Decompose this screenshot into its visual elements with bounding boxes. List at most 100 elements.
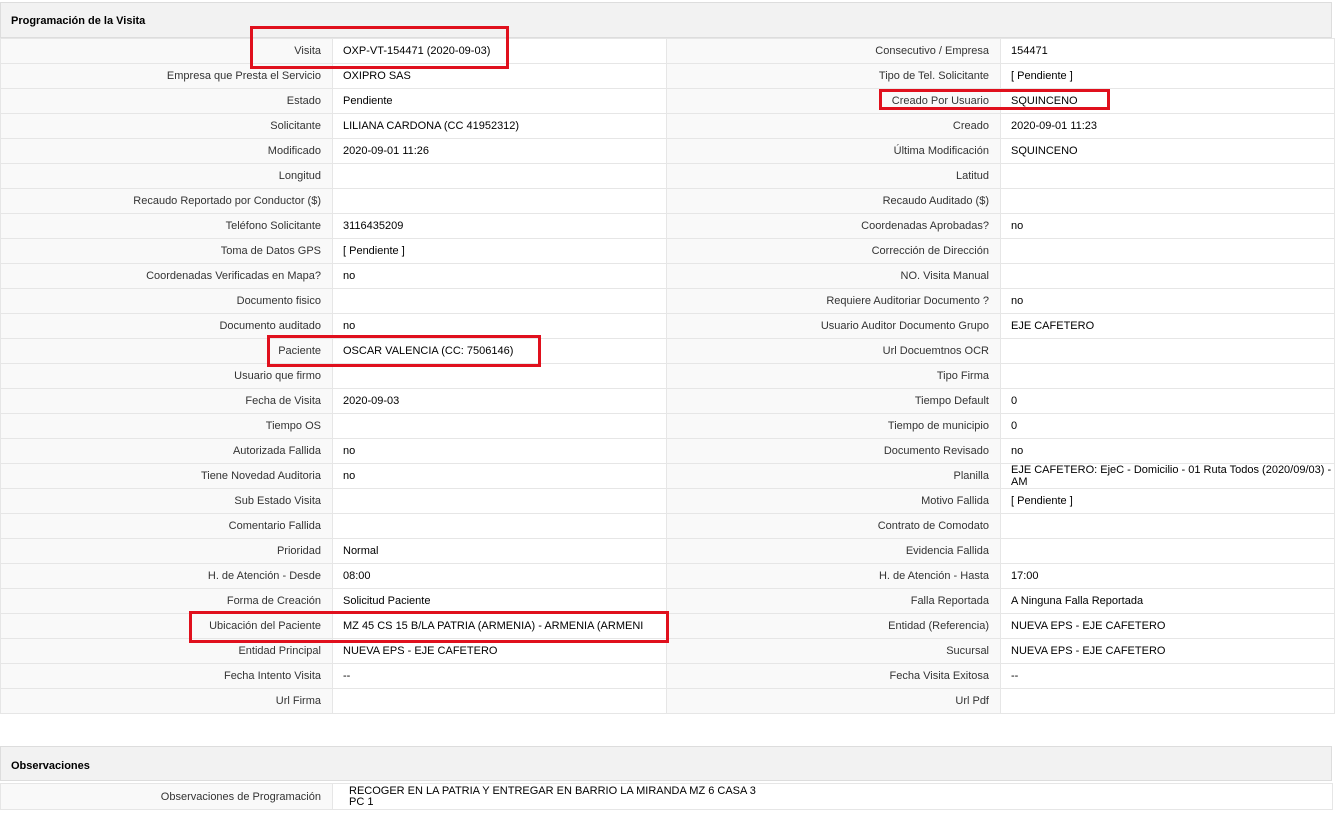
fecha-intento-visita-label: Fecha Intento Visita [0,663,333,689]
comentario-fallida-value [332,513,667,539]
table-row: Toma de Datos GPS[ Pendiente ] Corrección… [0,238,1335,264]
requiere-auditoriar-documento-label: Requiere Auditoriar Documento ? [666,288,1001,314]
coordenadas-verificadas-en-mapa-label: Coordenadas Verificadas en Mapa? [0,263,333,289]
correccion-de-direccion-label: Corrección de Dirección [666,238,1001,264]
usuario-auditor-documento-grupo-label: Usuario Auditor Documento Grupo [666,313,1001,339]
tiene-novedad-auditoria-label: Tiene Novedad Auditoria [0,463,333,489]
usuario-que-firmo-value [332,363,667,389]
paciente-label: Paciente [0,338,333,364]
creado-label: Creado [666,113,1001,139]
sub-estado-visita-label: Sub Estado Visita [0,488,333,514]
visita-label: Visita [0,38,333,64]
visita-value: OXP-VT-154471 (2020-09-03) [332,38,667,64]
table-row: Paciente OSCAR VALENCIA (CC: 7506146) Url … [0,338,1335,364]
tipo-de-tel-solicitante-label: Tipo de Tel. Solicitante [666,63,1001,89]
table-row: Tiempo OS Tiempo de municipio 0 [0,413,1335,439]
documento-auditado-label: Documento auditado [0,313,333,339]
fecha-visita-exitosa-label: Fecha Visita Exitosa [666,663,1001,689]
tiene-novedad-auditoria-value: no [332,463,667,489]
table-row: Usuario que firmo Tipo Firma [0,363,1335,389]
coordenadas-aprobadas-label: Coordenadas Aprobadas? [666,213,1001,239]
recaudo-reportado-por-conductor-value [332,188,667,214]
modificado-value: 2020-09-01 11:26 [332,138,667,164]
table-row: Estado Pendiente Creado Por Usuario SQUINCE… [0,88,1335,114]
telefono-solicitante-label: Teléfono Solicitante [0,213,333,239]
latitud-label: Latitud [666,163,1001,189]
motivo-fallida-value: [ Pendiente ] [1000,488,1335,514]
h-de-atencion-desde-value: 08:00 [332,563,667,589]
entidad-principal-label: Entidad Principal [0,638,333,664]
table-row: Autorizada Fallida no Documento Revisado no [0,438,1335,464]
tipo-firma-value [1000,363,1335,389]
table-row: Longitud Latitud [0,163,1335,189]
empresa-que-presta-el-servicio-label: Empresa que Presta el Servicio [0,63,333,89]
table-row: Url Firma Url Pdf [0,688,1335,714]
contrato-de-comodato-label: Contrato de Comodato [666,513,1001,539]
entidad-referencia-value: NUEVA EPS - EJE CAFETERO [1000,613,1335,639]
observaciones-programacion-value: RECOGER EN LA PATRIA Y ENTREGAR EN BARRI… [332,783,1333,810]
creado-por-usuario-value: SQUINCENO [1000,88,1335,114]
ultima-modificacion-label: Última Modificación [666,138,1001,164]
ubicacion-del-paciente-label: Ubicación del Paciente [0,613,333,639]
url-pdf-label: Url Pdf [666,688,1001,714]
observaciones-header: Observaciones [0,746,1332,781]
forma-de-creacion-value: Solicitud Paciente [332,588,667,614]
planilla-value: EJE CAFETERO: EjeC - Domicilio - 01 Ruta… [1000,463,1335,489]
table-row: H. de Atención - Desde 08:00 H. de Atenció… [0,563,1335,589]
autorizada-fallida-label: Autorizada Fallida [0,438,333,464]
table-row: Comentario Fallida Contrato de Comodato [0,513,1335,539]
autorizada-fallida-value: no [332,438,667,464]
ubicacion-del-paciente-value: MZ 45 CS 15 B/LA PATRIA (ARMENIA) - ARME… [332,613,667,639]
prioridad-label: Prioridad [0,538,333,564]
table-row: Forma de Creación Solicitud Paciente Falla… [0,588,1335,614]
fecha-visita-exitosa-value: -- [1000,663,1335,689]
url-firma-label: Url Firma [0,688,333,714]
recaudo-auditado-label: Recaudo Auditado ($) [666,188,1001,214]
estado-label: Estado [0,88,333,114]
h-de-atencion-hasta-value: 17:00 [1000,563,1335,589]
sub-estado-visita-value [332,488,667,514]
empresa-que-presta-el-servicio-value: OXIPRO SAS [332,63,667,89]
consecutivo-empresa-label: Consecutivo / Empresa [666,38,1001,64]
h-de-atencion-hasta-label: H. de Atención - Hasta [666,563,1001,589]
correccion-de-direccion-value [1000,238,1335,264]
toma-de-datos-gps-value: [ Pendiente ] [332,238,667,264]
falla-reportada-label: Falla Reportada [666,588,1001,614]
usuario-que-firmo-label: Usuario que firmo [0,363,333,389]
table-row: Prioridad Normal Evidencia Fallida [0,538,1335,564]
tipo-de-tel-solicitante-value: [ Pendiente ] [1000,63,1335,89]
requiere-auditoriar-documento-value: no [1000,288,1335,314]
evidencia-fallida-value [1000,538,1335,564]
contrato-de-comodato-value [1000,513,1335,539]
usuario-auditor-documento-grupo-value: EJE CAFETERO [1000,313,1335,339]
table-row: Tiene Novedad Auditoria no Planilla EJE CAF… [0,463,1335,489]
toma-de-datos-gps-label: Toma de Datos GPS [0,238,333,264]
documento-revisado-value: no [1000,438,1335,464]
no-visita-manual-label: NO. Visita Manual [666,263,1001,289]
observaciones-text: RECOGER EN LA PATRIA Y ENTREGAR EN BARRI… [349,784,756,808]
observaciones-programacion-label: Observaciones de Programación [0,783,333,810]
documento-fisico-label: Documento fisico [0,288,333,314]
url-docuemtnos-ocr-value [1000,338,1335,364]
solicitante-value: LILIANA CARDONA (CC 41952312) [332,113,667,139]
coordenadas-verificadas-en-mapa-value: no [332,263,667,289]
programacion-header: Programación de la Visita [0,2,1332,38]
modificado-label: Modificado [0,138,333,164]
motivo-fallida-label: Motivo Fallida [666,488,1001,514]
tiempo-os-value [332,413,667,439]
longitud-value [332,163,667,189]
table-row: Entidad Principal NUEVA EPS - EJE CAFETER… [0,638,1335,664]
url-firma-value [332,688,667,714]
fecha-de-visita-value: 2020-09-03 [332,388,667,414]
table-row: Ubicación del Paciente MZ 45 CS 15 B/LA P… [0,613,1335,639]
table-row: Recaudo Reportado por Conductor ($) Recau… [0,188,1335,214]
creado-por-usuario-label: Creado Por Usuario [666,88,1001,114]
tiempo-de-municipio-label: Tiempo de municipio [666,413,1001,439]
creado-value: 2020-09-01 11:23 [1000,113,1335,139]
fecha-de-visita-label: Fecha de Visita [0,388,333,414]
table-row: Visita OXP-VT-154471 (2020-09-03) Consecut… [0,38,1335,64]
table-row: Documento fisico Requiere Auditoriar Docu… [0,288,1335,314]
coordenadas-aprobadas-value: no [1000,213,1335,239]
documento-fisico-value [332,288,667,314]
solicitante-label: Solicitante [0,113,333,139]
